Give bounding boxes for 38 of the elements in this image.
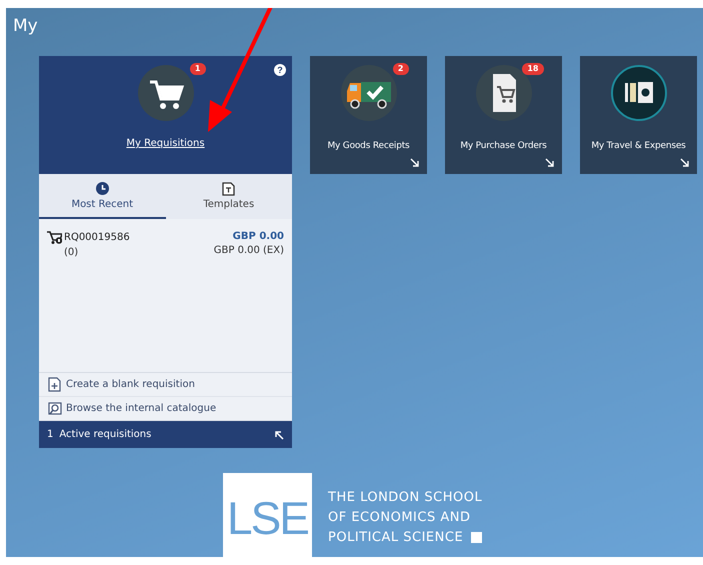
cart-icon bbox=[47, 231, 62, 244]
requisition-number[interactable]: RQ00019586 bbox=[64, 232, 130, 243]
truck-icon bbox=[340, 65, 396, 121]
collapse-arrow-icon bbox=[274, 430, 284, 440]
logo-square bbox=[471, 532, 482, 543]
count-badge: 1 bbox=[190, 63, 206, 75]
logo-text: THE LONDON SCHOOL bbox=[328, 490, 482, 505]
page-title: My bbox=[13, 16, 39, 38]
tile[interactable]: 18 My Purchase Orders bbox=[445, 56, 562, 174]
document-icon bbox=[222, 182, 236, 196]
count-badge: 2 bbox=[392, 63, 408, 75]
tile-title: My Goods Receipts bbox=[327, 141, 410, 151]
active-count: 1 bbox=[47, 429, 54, 440]
footer-bar[interactable]: 1 Active requisitions bbox=[39, 421, 292, 448]
tile[interactable]: My Travel & Expenses bbox=[580, 56, 697, 174]
total-amount: GBP 0.00 bbox=[232, 231, 284, 242]
expand-arrow-icon bbox=[680, 158, 689, 167]
expand-arrow-icon bbox=[545, 158, 554, 167]
tile-title: My Purchase Orders bbox=[460, 141, 547, 151]
tab[interactable]: Templates bbox=[166, 174, 292, 219]
clock-icon bbox=[96, 182, 109, 196]
add-document-icon bbox=[48, 377, 62, 392]
logo-text: POLITICAL SCIENCE bbox=[328, 530, 464, 545]
help-button[interactable]: ? bbox=[274, 64, 286, 76]
cart-icon bbox=[138, 65, 194, 121]
requisitions-link[interactable]: My Requisitions bbox=[126, 138, 205, 149]
count-badge: 18 bbox=[522, 63, 544, 75]
expand-arrow-icon bbox=[410, 158, 419, 167]
footer-label: Active requisitions bbox=[59, 429, 152, 440]
logo-mark: LSE bbox=[223, 473, 312, 557]
catalogue-search-icon bbox=[48, 401, 62, 416]
tile[interactable]: 2 My Goods Receipts bbox=[310, 56, 427, 174]
item-count: (0) bbox=[63, 247, 80, 258]
banknote-icon bbox=[610, 65, 666, 121]
tile-title: My Travel & Expenses bbox=[591, 141, 686, 151]
total-amount-ex: GBP 0.00 (EX) bbox=[214, 245, 284, 256]
action-link[interactable]: Create a blank requisition bbox=[39, 373, 292, 397]
logo-text: OF ECONOMICS AND bbox=[328, 510, 470, 525]
